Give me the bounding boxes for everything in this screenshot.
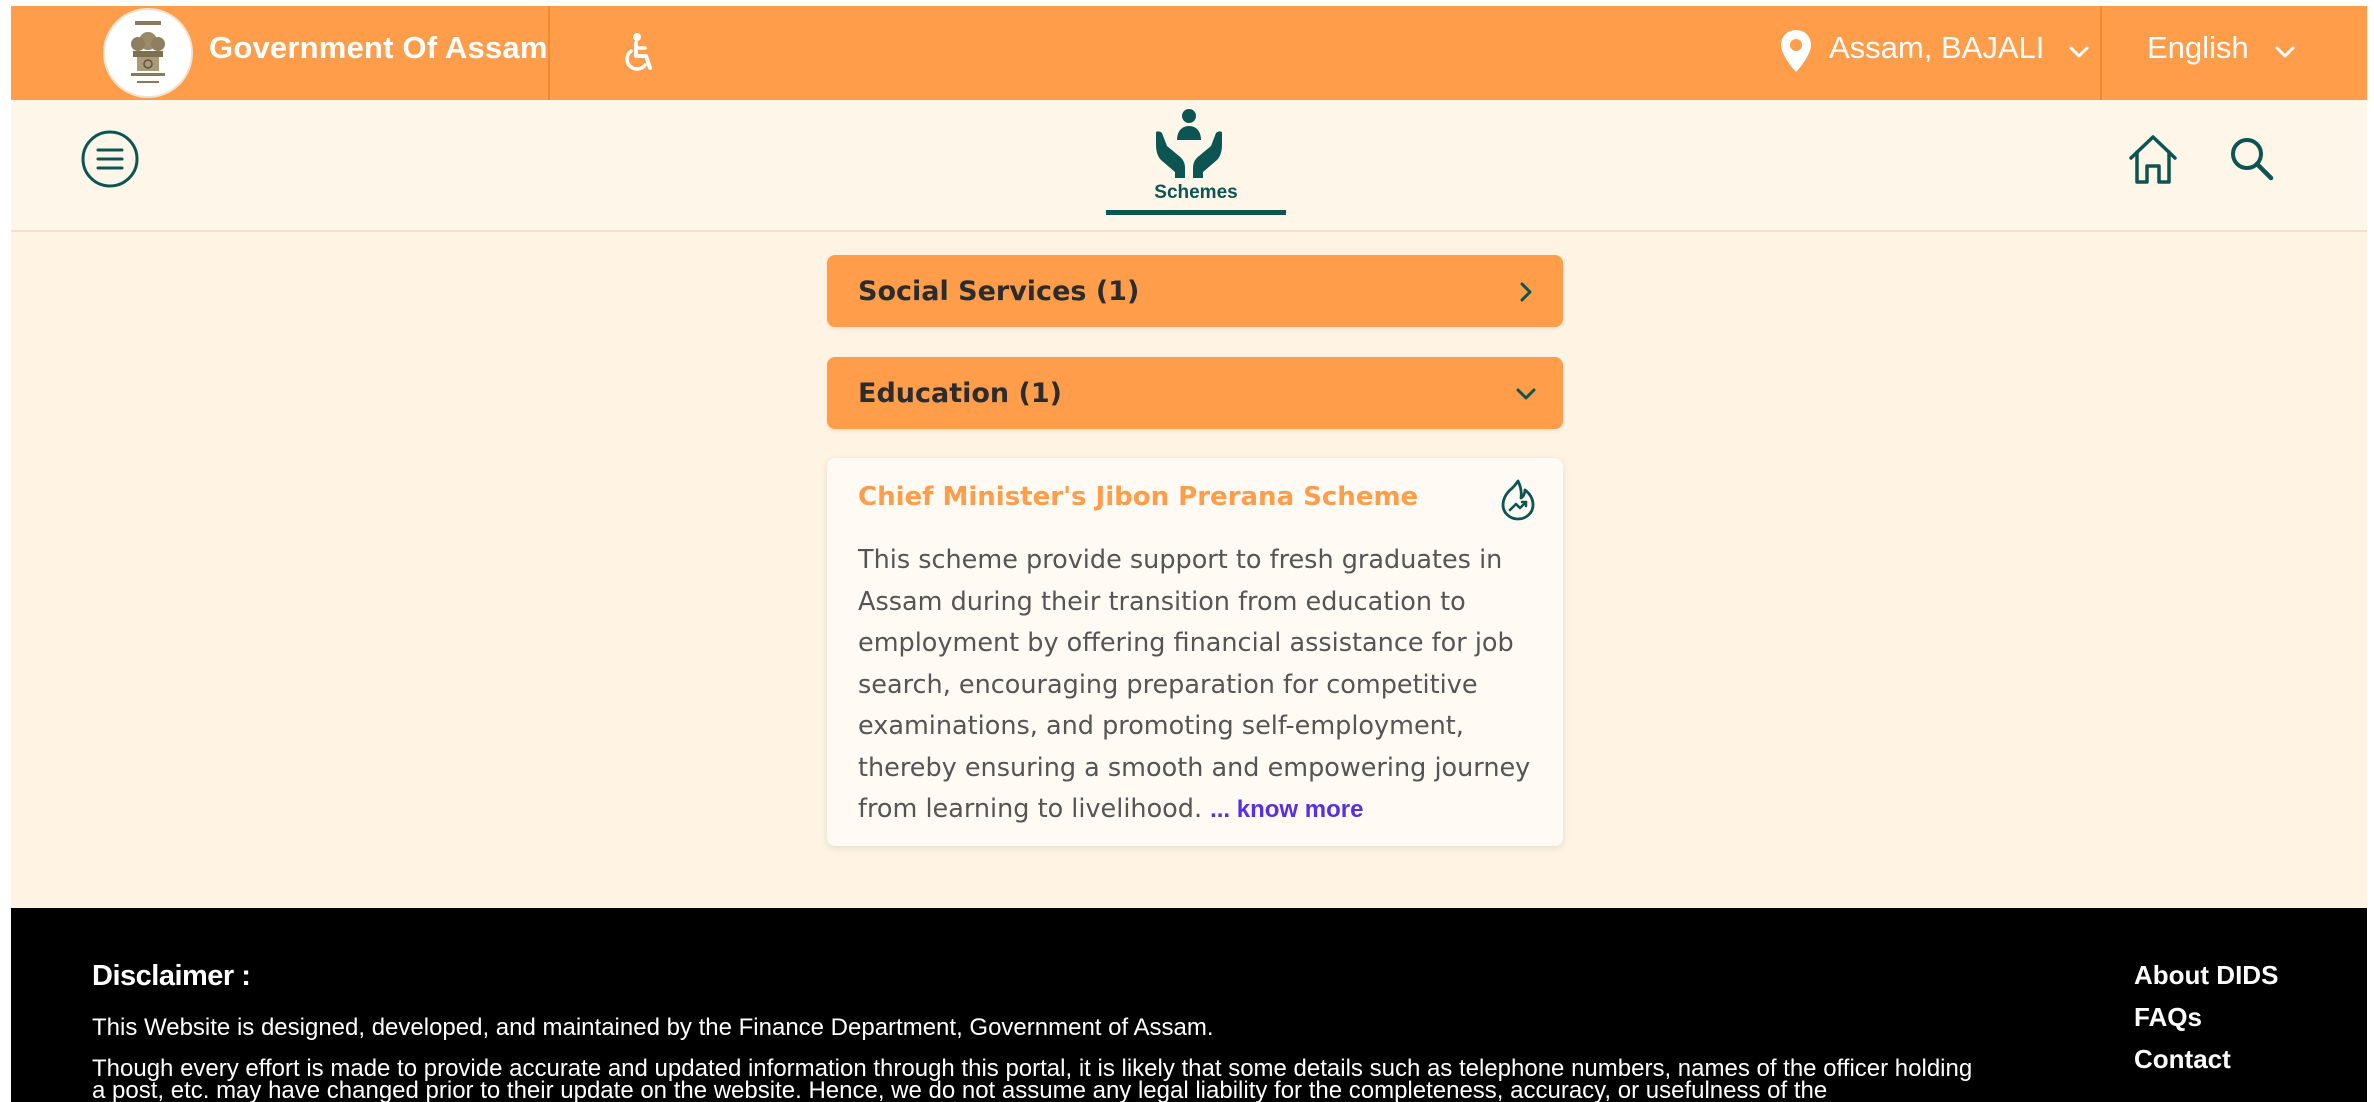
active-tab-indicator (1106, 210, 1286, 215)
state-emblem-icon[interactable] (103, 8, 193, 98)
nav-bar: Schemes (11, 100, 2367, 232)
wheelchair-icon[interactable] (619, 32, 659, 76)
divider (2100, 6, 2102, 100)
footer-link-faqs[interactable]: FAQs (2134, 1002, 2202, 1033)
chevron-down-icon (1513, 381, 1539, 407)
site-title: Government Of Assam (209, 30, 548, 65)
footer: Disclaimer : This Website is designed, d… (11, 908, 2367, 1102)
search-icon[interactable] (2227, 134, 2277, 184)
chevron-down-icon[interactable] (2273, 42, 2297, 62)
tab-schemes[interactable]: Schemes (1106, 182, 1286, 204)
chevron-right-icon (1513, 279, 1539, 305)
disclaimer-text: This Website is designed, developed, and… (92, 1014, 1214, 1041)
footer-link-contact[interactable]: Contact (2134, 1044, 2231, 1075)
scheme-card: Chief Minister's Jibon Prerana Scheme Th… (827, 458, 1563, 846)
home-icon[interactable] (2125, 132, 2181, 188)
accordion-label: Social Services (1) (858, 276, 1140, 307)
scheme-description: This scheme provide support to fresh gra… (858, 540, 1548, 831)
location-selector[interactable]: Assam, BAJALI (1829, 30, 2044, 66)
map-pin-icon (1779, 28, 1813, 74)
accordion-label: Education (1) (858, 378, 1063, 409)
disclaimer-text: Though every effort is made to provide a… (92, 1055, 1973, 1102)
accordion-education[interactable]: Education (1) (827, 357, 1563, 429)
language-selector[interactable]: English (2147, 30, 2249, 66)
hamburger-menu-icon[interactable] (80, 129, 140, 189)
flame-trending-icon[interactable] (1500, 478, 1536, 522)
disclaimer-title: Disclaimer : (92, 960, 251, 992)
divider (548, 6, 550, 100)
scheme-description-text: This scheme provide support to fresh gra… (858, 545, 1531, 824)
page-frame: Government Of Assam Assam, BAJALI Englis… (11, 6, 2367, 1102)
accordion-social-services[interactable]: Social Services (1) (827, 255, 1563, 327)
hands-holding-person-icon[interactable] (1153, 106, 1225, 182)
top-bar: Government Of Assam Assam, BAJALI Englis… (11, 6, 2367, 100)
know-more-link[interactable]: ... know more (1210, 796, 1363, 823)
scheme-title[interactable]: Chief Minister's Jibon Prerana Scheme (858, 482, 1418, 512)
chevron-down-icon[interactable] (2067, 42, 2091, 62)
footer-link-about[interactable]: About DIDS (2134, 960, 2278, 991)
